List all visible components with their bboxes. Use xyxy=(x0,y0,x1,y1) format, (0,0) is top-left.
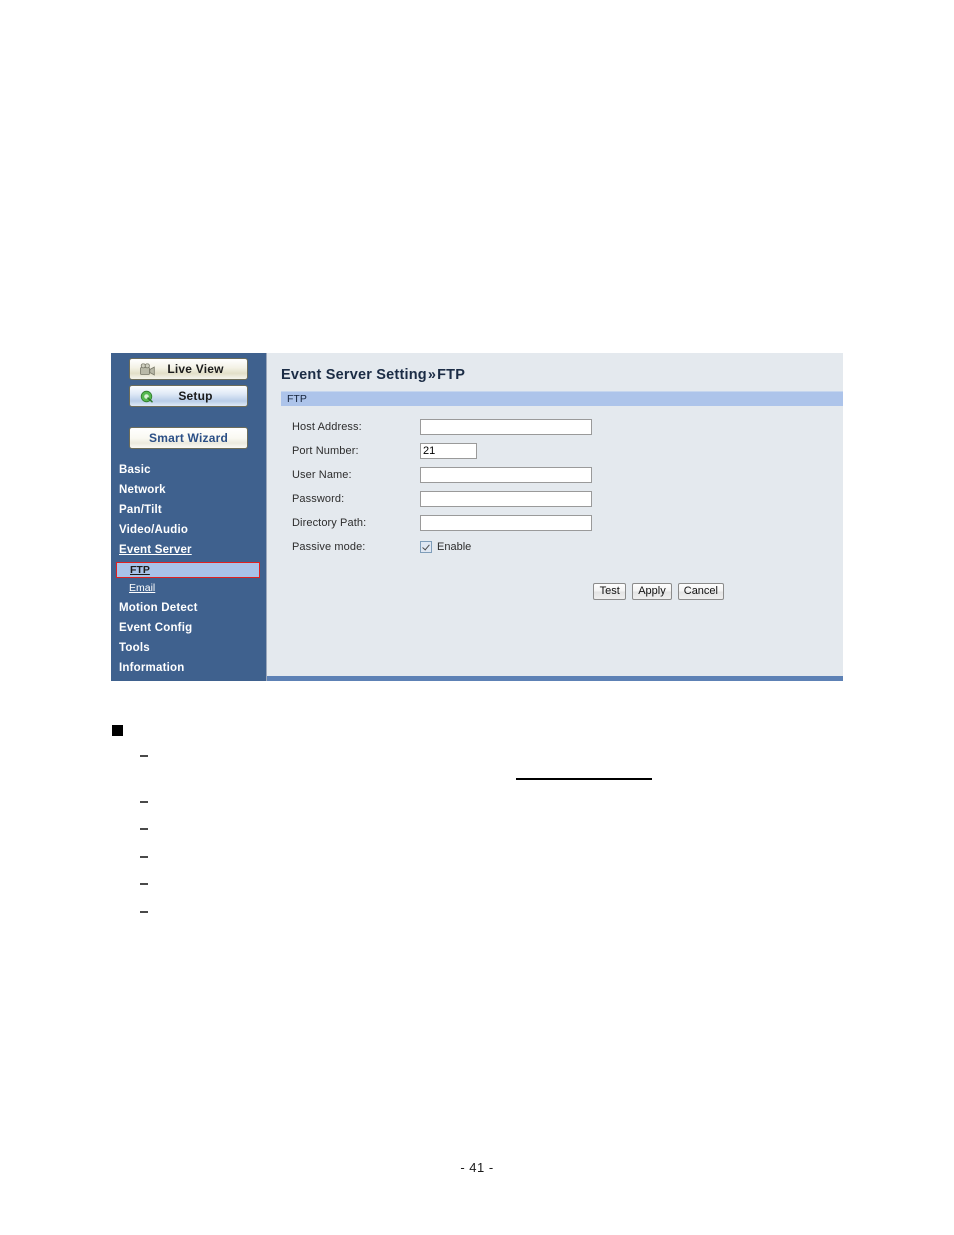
cancel-button[interactable]: Cancel xyxy=(677,583,724,600)
sidebar-item-tools[interactable]: Tools xyxy=(111,639,266,659)
smart-wizard-button[interactable]: Smart Wizard xyxy=(129,427,248,449)
dash-bullet-marker xyxy=(140,801,148,803)
section-header-ftp: FTP xyxy=(281,391,843,406)
page-number: - 41 - xyxy=(460,1160,494,1175)
sidebar-item-network-label: Network xyxy=(119,484,166,496)
form-button-row: Test Apply Cancel xyxy=(281,583,724,600)
live-view-button[interactable]: Live View xyxy=(129,358,248,380)
sidebar-item-network[interactable]: Network xyxy=(111,481,266,501)
breadcrumb-chevron-icon: » xyxy=(427,367,437,383)
passive-mode-checkbox-label: Enable xyxy=(437,541,472,553)
form-row-password: Password: xyxy=(292,487,843,511)
directory-path-input[interactable] xyxy=(420,515,592,531)
setup-gear-icon xyxy=(140,390,155,403)
user-name-label: User Name: xyxy=(292,469,352,481)
form-row-port-number: Port Number: xyxy=(292,439,843,463)
apply-button[interactable]: Apply xyxy=(632,583,672,600)
video-camera-icon xyxy=(140,363,155,376)
sidebar-item-motion-detect-label: Motion Detect xyxy=(119,602,198,614)
sidebar: Live View Setup Smart Wizard Basic Netwo… xyxy=(111,353,266,681)
host-address-label: Host Address: xyxy=(292,421,362,433)
sidebar-item-motion-detect[interactable]: Motion Detect xyxy=(111,596,266,619)
sidebar-item-event-server-label: Event Server xyxy=(119,544,192,556)
live-view-button-label: Live View xyxy=(167,362,224,376)
sidebar-subitem-email-label: Email xyxy=(129,582,156,594)
sidebar-item-basic-label: Basic xyxy=(119,464,151,476)
sidebar-item-video-audio[interactable]: Video/Audio xyxy=(111,521,266,541)
sidebar-item-basic[interactable]: Basic xyxy=(111,461,266,481)
passive-mode-checkbox[interactable] xyxy=(420,541,432,553)
section-header-label: FTP xyxy=(287,393,307,405)
form-row-host-address: Host Address: xyxy=(292,415,843,439)
sidebar-item-information[interactable]: Information xyxy=(111,659,266,679)
sidebar-subitem-ftp-label: FTP xyxy=(130,564,150,576)
page-title: Event Server Setting»FTP xyxy=(281,367,843,383)
dash-bullet-marker xyxy=(140,755,148,757)
sidebar-item-video-audio-label: Video/Audio xyxy=(119,524,189,536)
port-number-input[interactable] xyxy=(420,443,477,459)
host-address-input[interactable] xyxy=(420,419,592,435)
password-input[interactable] xyxy=(420,491,592,507)
dash-bullet-marker xyxy=(140,911,148,913)
page-title-main: Event Server Setting xyxy=(281,367,427,383)
passive-mode-checkbox-wrap[interactable]: Enable xyxy=(420,541,471,553)
dash-bullet-marker xyxy=(140,856,148,858)
setup-button[interactable]: Setup xyxy=(129,385,248,407)
page-title-sub: FTP xyxy=(437,367,466,383)
form-row-user-name: User Name: xyxy=(292,463,843,487)
dash-bullet-marker xyxy=(140,828,148,830)
form-row-passive-mode: Passive mode: Enable xyxy=(292,535,843,559)
passive-mode-label: Passive mode: xyxy=(292,541,366,553)
user-name-input[interactable] xyxy=(420,467,592,483)
sidebar-item-pan-tilt[interactable]: Pan/Tilt xyxy=(111,501,266,521)
sidebar-menu: Basic Network Pan/Tilt Video/Audio Event… xyxy=(111,461,266,679)
horizontal-rule xyxy=(516,778,652,780)
sidebar-item-information-label: Information xyxy=(119,662,185,674)
directory-path-label: Directory Path: xyxy=(292,517,367,529)
ftp-settings-form: Host Address: Port Number: User Name: Pa… xyxy=(281,415,843,559)
sidebar-item-pan-tilt-label: Pan/Tilt xyxy=(119,504,162,516)
content-inner: Event Server Setting»FTP FTP Host Addres… xyxy=(267,353,843,676)
sidebar-item-event-config-label: Event Config xyxy=(119,622,193,634)
test-button[interactable]: Test xyxy=(593,583,627,600)
camera-web-ui-window: Live View Setup Smart Wizard Basic Netwo… xyxy=(111,353,843,681)
dash-bullet-marker xyxy=(140,883,148,885)
setup-button-label: Setup xyxy=(178,389,213,403)
sidebar-item-tools-label: Tools xyxy=(119,642,150,654)
password-label: Password: xyxy=(292,493,345,505)
sidebar-subitem-email[interactable]: Email xyxy=(111,580,266,596)
square-bullet-marker xyxy=(112,725,123,736)
port-number-label: Port Number: xyxy=(292,445,359,457)
content-panel: Event Server Setting»FTP FTP Host Addres… xyxy=(266,353,843,681)
sidebar-item-event-config[interactable]: Event Config xyxy=(111,619,266,639)
sidebar-subitem-ftp[interactable]: FTP xyxy=(116,562,260,578)
sidebar-item-event-server[interactable]: Event Server xyxy=(111,541,266,561)
content-bottom-bar xyxy=(267,676,843,681)
form-row-directory-path: Directory Path: xyxy=(292,511,843,535)
smart-wizard-button-label: Smart Wizard xyxy=(149,431,228,445)
